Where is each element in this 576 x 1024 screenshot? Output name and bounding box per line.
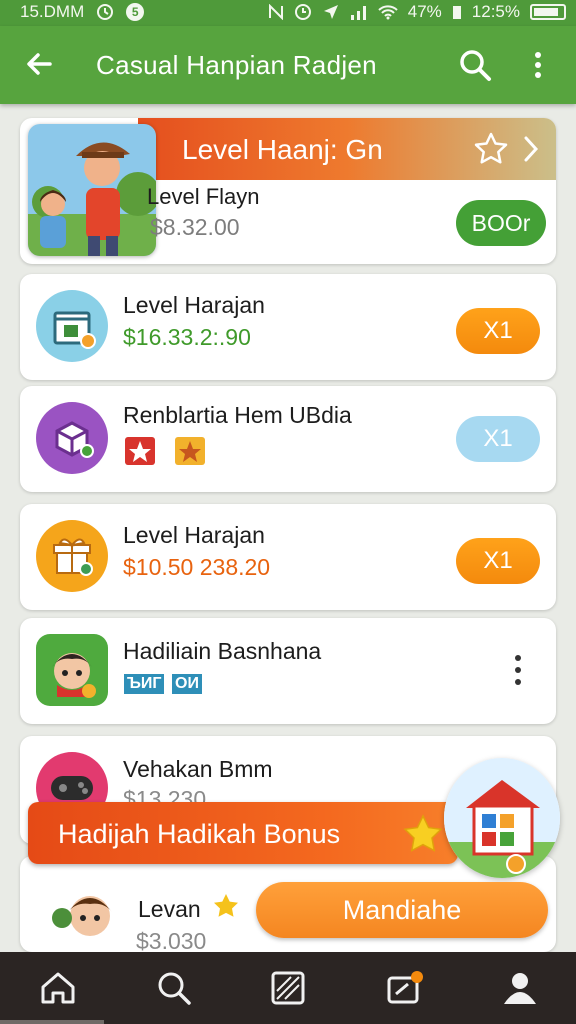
profile-icon[interactable] [500, 968, 540, 1008]
yellow-badge-icon [175, 437, 205, 465]
bonus-label: Hadijah Hadikah Bonus [58, 819, 341, 849]
battery-icon [530, 4, 566, 20]
row-title: Vehakan Bmm [123, 756, 273, 782]
star-icon [403, 814, 443, 852]
featured-price: $8.32.00 [150, 214, 240, 240]
back-arrow-icon[interactable] [20, 44, 60, 84]
list-item[interactable]: Level Harajan $10.50 238.20 X1 [20, 504, 556, 610]
row-price: $10.50 238.20 [123, 554, 271, 580]
row-title: Level Harajan [123, 522, 265, 548]
chevron-right-icon[interactable] [520, 134, 542, 164]
search-icon[interactable] [456, 46, 494, 84]
tag-badge: ЪИГ [124, 674, 165, 694]
location-icon [323, 5, 338, 19]
clock-icon [294, 4, 311, 20]
list-item[interactable]: Level Harajan $16.33.2:.90 X1 [20, 274, 556, 380]
battery-small-icon [452, 6, 461, 19]
quantity-button[interactable]: X1 [456, 416, 540, 462]
list-item[interactable]: Hadiliain Basnhana ЪИГ ОИ [20, 618, 556, 724]
tag-badge: ОИ [172, 674, 202, 694]
package-icon [36, 290, 108, 362]
row-title: Level Harajan [123, 292, 265, 318]
row-title: Renblartia Hem UBdia [123, 402, 352, 428]
signal-icon [350, 6, 366, 20]
box-icon [36, 402, 108, 474]
search-icon[interactable] [154, 968, 194, 1008]
nfc-icon [268, 4, 283, 20]
more-vert-icon[interactable] [524, 46, 552, 84]
quantity-button[interactable]: X1 [456, 538, 540, 584]
page-title: Casual Hanpian Radjen [96, 50, 377, 80]
featured-card[interactable]: Level Haanj: Gn Level Flayn $8.32.00 BOO… [20, 118, 556, 264]
red-badge-icon [125, 437, 155, 465]
app-bar: Casual Hanpian Radjen [0, 26, 576, 104]
character-avatar-icon [52, 896, 112, 936]
featured-action-button[interactable]: BOOr [456, 200, 546, 246]
more-vert-icon[interactable] [510, 652, 526, 688]
home-icon[interactable] [38, 968, 78, 1008]
featured-thumbnail [28, 124, 156, 256]
status-left-text: 15.DMM [20, 2, 85, 21]
battery-percentage: 47% [407, 2, 442, 21]
gift-box-icon [36, 520, 108, 592]
nav-active-indicator [0, 1020, 104, 1024]
status-bar: 15.DMM 5 47% 12:5% [0, 0, 576, 26]
star-outline-icon[interactable] [474, 132, 508, 164]
star-icon [214, 894, 238, 917]
inbox-icon[interactable] [384, 968, 424, 1008]
featured-title: Level Flayn [147, 184, 260, 209]
bottom-navigation [0, 952, 576, 1024]
clock-time: 12:5% [471, 2, 520, 21]
gallery-icon[interactable] [268, 968, 308, 1008]
wifi-icon [378, 5, 398, 20]
character-avatar-icon [36, 634, 108, 706]
shop-house-icon[interactable] [444, 758, 560, 878]
last-price: $3.030 [136, 928, 207, 954]
row-price: $16.33.2:.90 [123, 324, 251, 350]
quantity-button[interactable]: X1 [456, 308, 540, 354]
list-item[interactable]: Renblartia Hem UBdia X1 [20, 386, 556, 492]
notification-count-icon: 5 [126, 3, 145, 21]
alarm-icon [97, 4, 114, 20]
last-title: Levan [138, 896, 201, 922]
featured-banner-text: Level Haanj: Gn [182, 134, 383, 165]
bonus-banner[interactable]: Hadijah Hadikah Bonus [28, 802, 458, 864]
claim-button[interactable]: Mandiahe [256, 882, 548, 938]
row-title: Hadiliain Basnhana [123, 638, 322, 664]
